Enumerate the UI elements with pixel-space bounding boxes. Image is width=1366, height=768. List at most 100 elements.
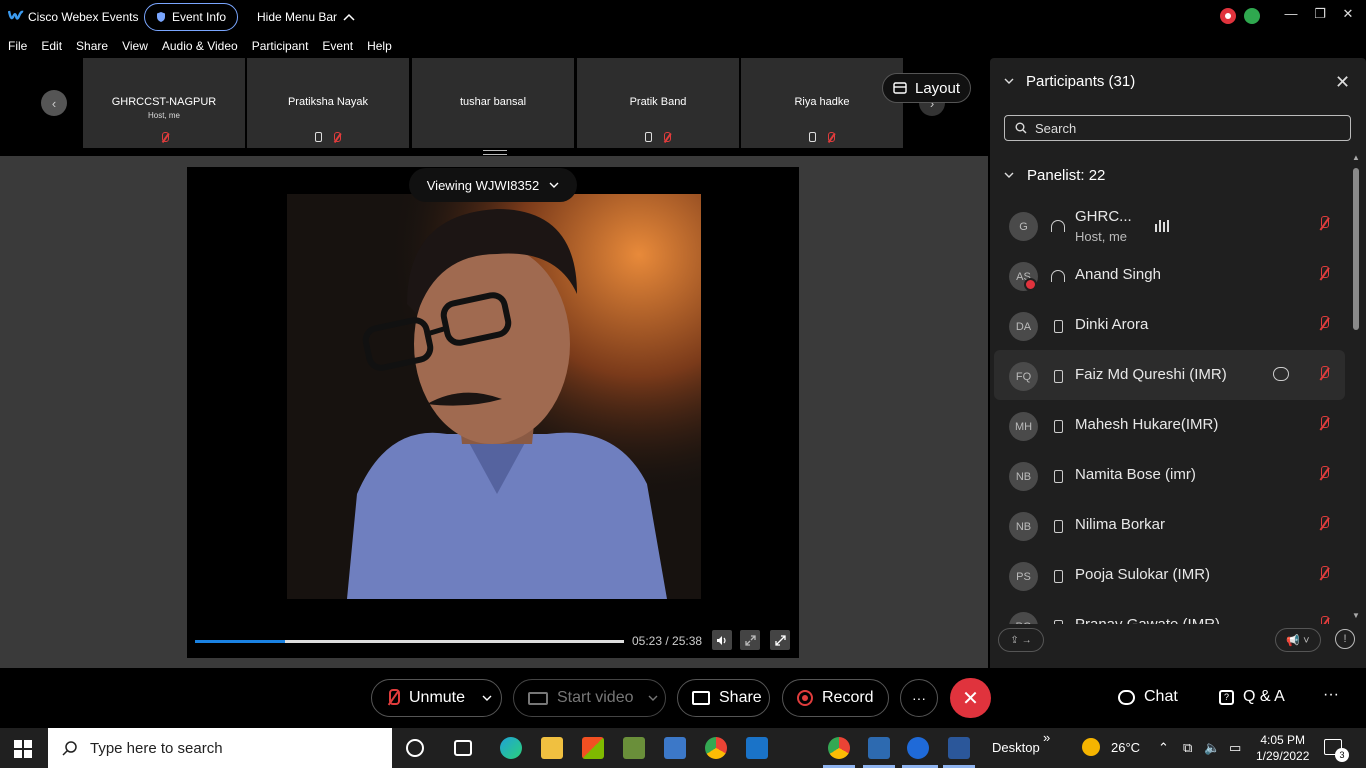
close-window-button[interactable]: ✕ (1339, 6, 1357, 22)
participant-tile[interactable]: Pratiksha Nayak (247, 58, 409, 148)
scroll-down-arrow[interactable]: ▼ (1351, 611, 1361, 620)
task-view-icon[interactable] (454, 740, 472, 756)
participant-row[interactable]: DA Dinki Arora (994, 300, 1345, 350)
video-progress-bar[interactable] (195, 640, 624, 643)
taskbar-search-input[interactable]: Type here to search (48, 728, 392, 768)
store-icon[interactable] (582, 737, 604, 759)
participant-row[interactable]: G GHRC... Host, me (994, 200, 1345, 250)
participant-list-scrollbar[interactable] (1353, 168, 1359, 330)
scroll-up-arrow[interactable]: ▲ (1351, 153, 1361, 162)
chevron-down-icon[interactable] (648, 695, 658, 701)
webex-taskbar-icon[interactable] (907, 737, 929, 759)
participant-search-input[interactable]: Search (1004, 115, 1351, 141)
volume-icon[interactable]: 🔈 (1204, 740, 1220, 756)
panel-overflow-button[interactable]: ··· (1323, 686, 1339, 704)
menu-event[interactable]: Event (322, 39, 353, 53)
share-label: Share (719, 689, 762, 706)
move-to-stage-button[interactable]: ⇪ → (998, 628, 1044, 652)
chat-button[interactable]: Chat (1118, 688, 1178, 706)
muted-mic-icon[interactable] (1318, 366, 1330, 382)
volume-button[interactable] (712, 630, 732, 650)
more-options-button[interactable]: ··· (900, 679, 938, 717)
participant-row[interactable]: NB Nilima Borkar (994, 500, 1345, 550)
viewing-selector[interactable]: Viewing WJWI8352 (409, 168, 577, 202)
chevron-down-icon[interactable] (482, 695, 492, 701)
chevron-down-icon (549, 182, 559, 188)
muted-mic-icon[interactable] (1318, 516, 1330, 532)
menu-edit[interactable]: Edit (41, 39, 62, 53)
menu-participant[interactable]: Participant (252, 39, 309, 53)
participant-tile[interactable]: Riya hadke (741, 58, 903, 148)
chrome-profile-icon[interactable] (828, 737, 850, 759)
participant-tile[interactable]: GHRCCST-NAGPUR Host, me (83, 58, 245, 148)
filmstrip-prev-button[interactable]: ‹ (41, 90, 67, 116)
restore-button[interactable]: ❐ (1311, 6, 1329, 22)
share-button[interactable]: Share (677, 679, 770, 717)
menu-view[interactable]: View (122, 39, 148, 53)
start-video-button[interactable]: Start video (513, 679, 666, 717)
resize-handle[interactable] (483, 150, 507, 155)
tile-name: Pratiksha Nayak (287, 96, 369, 108)
announce-button[interactable]: 📢 ˅ (1275, 628, 1321, 652)
muted-mic-icon[interactable] (1318, 466, 1330, 482)
muted-mic-icon[interactable] (1318, 566, 1330, 582)
tile-role: Host, me (147, 111, 180, 120)
file-explorer-icon[interactable] (541, 737, 563, 759)
cortana-icon[interactable] (406, 739, 424, 757)
display-icon[interactable]: ▭ (1229, 740, 1241, 756)
participant-row[interactable]: PS Pooja Sulokar (IMR) (994, 550, 1345, 600)
participant-row[interactable]: PG Pranav Gawate (IMR) (994, 600, 1345, 624)
pop-out-button[interactable] (740, 630, 760, 650)
photos-icon[interactable] (868, 737, 890, 759)
weather-temperature[interactable]: 26°C (1111, 740, 1140, 755)
recording-indicator-icon[interactable] (1220, 8, 1236, 24)
app-icon[interactable] (623, 737, 645, 759)
word-icon[interactable] (948, 737, 970, 759)
python-icon[interactable] (664, 737, 686, 759)
muted-mic-icon[interactable] (1318, 266, 1330, 282)
collapse-panel-icon[interactable] (1004, 76, 1014, 86)
audio-level-icon (1155, 218, 1169, 232)
menu-file[interactable]: File (8, 39, 27, 53)
chevron-up-icon (343, 13, 355, 21)
menu-help[interactable]: Help (367, 39, 392, 53)
participant-tile[interactable]: Pratik Band (577, 58, 739, 148)
unmute-button[interactable]: Unmute (371, 679, 502, 717)
participant-tile[interactable]: tushar bansal (412, 58, 574, 148)
participant-row[interactable]: MH Mahesh Hukare(IMR) (994, 400, 1345, 450)
muted-mic-icon[interactable] (1318, 616, 1330, 624)
avatar: G (1009, 212, 1038, 241)
edge-icon[interactable] (500, 737, 522, 759)
fullscreen-button[interactable] (770, 630, 790, 650)
tray-chevron-up-icon[interactable]: ⌃ (1158, 740, 1169, 756)
participant-row[interactable]: FQ Faiz Md Qureshi (IMR) (994, 350, 1345, 400)
network-icon[interactable]: ⧉ (1183, 740, 1192, 756)
chrome-icon[interactable] (705, 737, 727, 759)
network-stats-icon[interactable] (1244, 8, 1260, 24)
muted-mic-icon[interactable] (1318, 216, 1330, 232)
participant-row[interactable]: NB Namita Bose (imr) (994, 450, 1345, 500)
minimize-button[interactable]: — (1282, 6, 1300, 22)
qa-button[interactable]: ? Q & A (1219, 688, 1285, 706)
chat-bubble-icon[interactable] (1273, 367, 1289, 381)
mail-icon[interactable] (746, 737, 768, 759)
participant-name: Dinki Arora (1075, 316, 1149, 333)
layout-button[interactable]: Layout (882, 73, 971, 103)
close-panel-button[interactable]: ✕ (1335, 72, 1350, 93)
collapse-group-icon[interactable] (1004, 170, 1014, 180)
toolbar-expand-icon[interactable]: » (1043, 730, 1050, 745)
leave-meeting-button[interactable]: ✕ (950, 678, 991, 718)
info-button[interactable]: ! (1335, 629, 1355, 649)
muted-mic-icon[interactable] (1318, 416, 1330, 432)
desktop-toolbar[interactable]: Desktop (992, 740, 1040, 755)
clock-date: 1/29/2022 (1256, 749, 1310, 763)
event-info-button[interactable]: Event Info (144, 3, 238, 31)
muted-mic-icon[interactable] (1318, 316, 1330, 332)
windows-start-icon[interactable] (14, 740, 32, 758)
hide-menu-bar-button[interactable]: Hide Menu Bar (257, 10, 355, 24)
record-button[interactable]: Record (782, 679, 889, 717)
menu-audio-video[interactable]: Audio & Video (162, 39, 238, 53)
menu-share[interactable]: Share (76, 39, 108, 53)
participant-row[interactable]: AS Anand Singh (994, 250, 1345, 300)
system-clock[interactable]: 4:05 PM 1/29/2022 (1256, 732, 1309, 764)
